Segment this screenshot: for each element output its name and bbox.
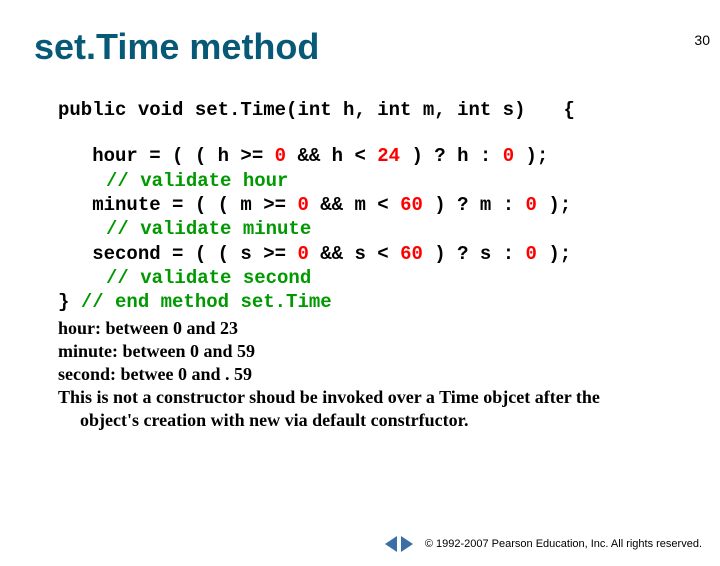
second-comment: // validate second <box>58 266 680 290</box>
literal-zero: 0 <box>526 243 537 265</box>
method-signature-line: public void set.Time(int h, int m, int s… <box>58 98 680 122</box>
note-constructor-line1: This is not a constructor shoud be invok… <box>58 386 680 409</box>
close-line: } // end method set.Time <box>58 290 680 314</box>
code-text: ) ? s : <box>423 243 526 265</box>
literal-60: 60 <box>400 243 423 265</box>
code-text: hour = ( ( h >= <box>58 145 275 167</box>
literal-zero: 0 <box>526 194 537 216</box>
note-hour: hour: between 0 and 23 <box>58 317 680 340</box>
code-text: ); <box>537 243 571 265</box>
hour-assign-line: hour = ( ( h >= 0 && h < 24 ) ? h : 0 ); <box>58 144 680 168</box>
code-text: second = ( ( s >= <box>58 243 297 265</box>
end-comment: // end method set.Time <box>81 291 332 313</box>
code-text: && h < <box>286 145 377 167</box>
literal-zero: 0 <box>297 194 308 216</box>
code-text: ) ? m : <box>423 194 526 216</box>
code-text: minute = ( ( m >= <box>58 194 297 216</box>
code-text: && m < <box>309 194 400 216</box>
close-brace: } <box>58 291 81 313</box>
note-second: second: betwee 0 and . 59 <box>58 363 680 386</box>
literal-zero: 0 <box>275 145 286 167</box>
minute-assign-line: minute = ( ( m >= 0 && m < 60 ) ? m : 0 … <box>58 193 680 217</box>
literal-zero: 0 <box>503 145 514 167</box>
literal-zero: 0 <box>297 243 308 265</box>
code-text: ); <box>514 145 548 167</box>
prev-slide-button[interactable] <box>385 536 397 552</box>
minute-comment: // validate minute <box>58 217 680 241</box>
code-text: ); <box>537 194 571 216</box>
slide-content: public void set.Time(int h, int m, int s… <box>58 98 680 432</box>
footer: © 1992-2007 Pearson Education, Inc. All … <box>385 536 702 552</box>
nav-buttons <box>385 536 413 552</box>
open-brace: { <box>563 98 574 122</box>
note-constructor-line2: object's creation with new via default c… <box>58 409 680 432</box>
literal-24: 24 <box>377 145 400 167</box>
hour-comment: // validate hour <box>58 169 680 193</box>
notes-block: hour: between 0 and 23 minute: between 0… <box>58 317 680 432</box>
code-text: ) ? h : <box>400 145 503 167</box>
second-assign-line: second = ( ( s >= 0 && s < 60 ) ? s : 0 … <box>58 242 680 266</box>
slide-title: set.Time method <box>34 26 720 68</box>
next-slide-button[interactable] <box>401 536 413 552</box>
page-number: 30 <box>694 32 710 48</box>
method-signature: public void set.Time(int h, int m, int s… <box>58 98 525 122</box>
literal-60: 60 <box>400 194 423 216</box>
note-minute: minute: between 0 and 59 <box>58 340 680 363</box>
code-text: && s < <box>309 243 400 265</box>
